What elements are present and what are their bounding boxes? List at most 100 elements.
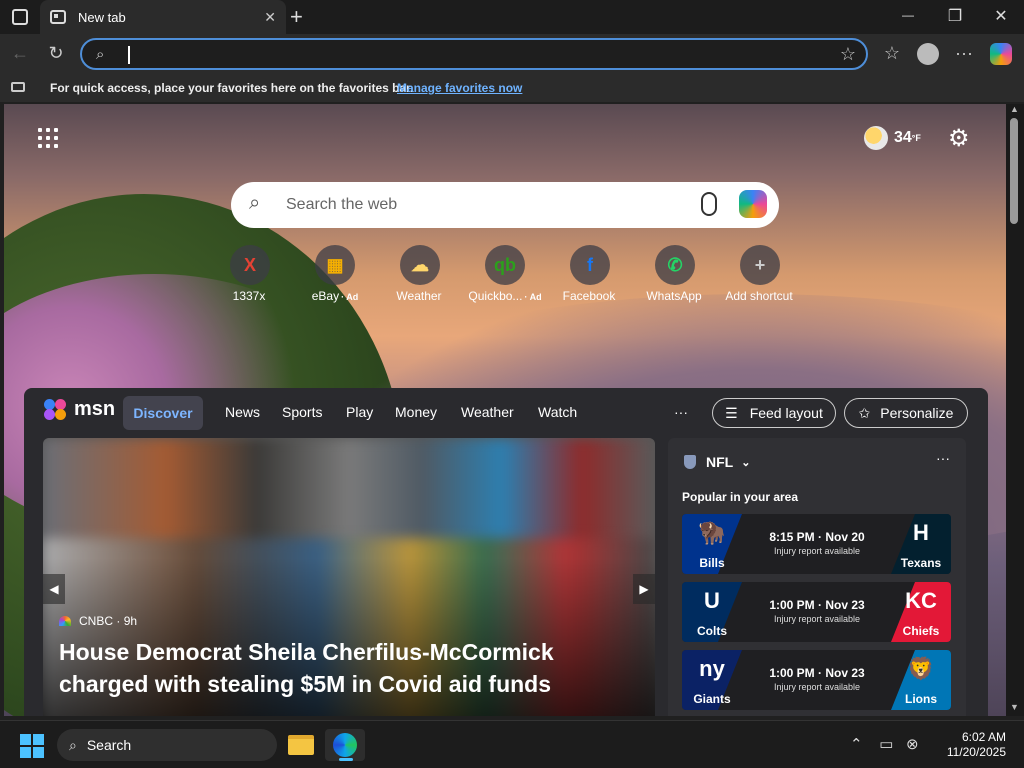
- shortcut-icon: ☁: [400, 245, 440, 285]
- tab-discover[interactable]: Discover: [123, 396, 203, 430]
- scroll-up-icon[interactable]: ▲: [1010, 104, 1019, 114]
- tab-play[interactable]: Play: [346, 404, 373, 420]
- personalize-button[interactable]: ✩ Personalize: [844, 398, 968, 428]
- shortcut-icon: ✆: [655, 245, 695, 285]
- file-explorer-icon[interactable]: [281, 729, 321, 761]
- shortcut-2[interactable]: ☁ Weather: [375, 245, 465, 303]
- shortcut-label: Facebook: [562, 289, 616, 303]
- nfl-subtitle: Popular in your area: [682, 490, 799, 504]
- injury-note[interactable]: Injury report available: [752, 546, 882, 556]
- windows-start-icon[interactable]: [20, 734, 44, 758]
- article-headline[interactable]: House Democrat Sheila Cherfilus-McCormic…: [59, 636, 619, 700]
- taskbar-search[interactable]: ⌕ Search: [57, 729, 277, 761]
- injury-note[interactable]: Injury report available: [752, 682, 882, 692]
- tab-actions-icon[interactable]: [12, 9, 28, 25]
- search-icon: ⌕: [96, 46, 105, 63]
- away-team-name: Giants: [693, 692, 731, 706]
- shortcut-3[interactable]: qb Quickbo... · Ad: [460, 245, 550, 303]
- favorites-bar-icon: [11, 82, 25, 92]
- close-tab-icon[interactable]: ✕: [264, 9, 276, 26]
- copilot-icon[interactable]: [739, 190, 767, 218]
- tab-sports[interactable]: Sports: [282, 404, 322, 420]
- taskbar-clock[interactable]: 6:02 AM 11/20/2025: [930, 730, 1006, 760]
- favorites-icon[interactable]: ☆: [880, 43, 904, 64]
- shortcut-icon: +: [740, 245, 780, 285]
- display-icon[interactable]: ▭: [879, 736, 893, 753]
- show-hidden-icons-icon[interactable]: ⌃: [850, 736, 863, 753]
- copilot-icon[interactable]: [990, 43, 1012, 65]
- injury-note[interactable]: Injury report available: [752, 614, 882, 624]
- network-icon[interactable]: ⊗: [906, 736, 919, 753]
- personalize-label: Personalize: [880, 405, 954, 421]
- feed-layout-button[interactable]: ☰ Feed layout: [712, 398, 836, 428]
- shortcut-1[interactable]: ▦ eBay · Ad: [290, 245, 380, 303]
- nfl-title: NFL: [706, 454, 734, 470]
- favorite-star-icon[interactable]: ☆: [840, 44, 856, 65]
- game-time: 1:00 PM · Nov 23: [769, 598, 865, 612]
- shortcut-icon: ▦: [315, 245, 355, 285]
- manage-favorites-link[interactable]: Manage favorites now: [397, 81, 522, 95]
- game-row[interactable]: ny 🦁 Giants Lions 1:00 PM · Nov 23 Injury rep…: [682, 650, 951, 710]
- hero-article-card[interactable]: ◀ ▶ CNBC · 9h House Democrat Sheila Cher…: [43, 438, 655, 716]
- settings-gear-icon[interactable]: ⚙: [948, 124, 970, 153]
- edge-browser-icon[interactable]: [325, 729, 365, 761]
- app-launcher-icon[interactable]: [38, 128, 58, 148]
- msn-butterfly-icon: [44, 398, 68, 421]
- home-team-logo-icon: H: [913, 520, 929, 545]
- more-options-icon[interactable]: ···: [952, 43, 976, 64]
- profile-avatar[interactable]: [917, 43, 939, 65]
- shortcut-icon: f: [570, 245, 610, 285]
- maximize-button[interactable]: ❐: [940, 6, 970, 26]
- scroll-down-icon[interactable]: ▼: [1010, 702, 1019, 712]
- article-age: · 9h: [116, 614, 138, 628]
- shortcut-6[interactable]: + Add shortcut: [715, 245, 805, 303]
- search-icon: ⌕: [69, 736, 77, 753]
- away-team-name: Colts: [697, 624, 727, 638]
- nfl-more-button[interactable]: ···: [936, 450, 950, 466]
- tab-new-tab[interactable]: New tab ✕: [40, 0, 286, 34]
- new-tab-button[interactable]: +: [290, 4, 303, 30]
- shortcut-label: Weather: [396, 289, 442, 303]
- game-row[interactable]: 🦬 H Bills Texans 8:15 PM · Nov 20 Injury repo…: [682, 514, 951, 574]
- tab-watch[interactable]: Watch: [538, 404, 577, 420]
- msn-logo[interactable]: msn: [44, 398, 115, 421]
- shortcut-5[interactable]: ✆ WhatsApp: [630, 245, 720, 303]
- home-team-logo-icon: KC: [905, 588, 937, 613]
- shortcut-0[interactable]: X 1337x: [205, 245, 295, 303]
- home-team-logo-icon: 🦁: [907, 656, 935, 681]
- minimize-button[interactable]: —: [893, 8, 923, 22]
- favorites-bar: For quick access, place your favorites h…: [0, 74, 1024, 102]
- tab-bar: New tab ✕ + — ❐ ✕: [0, 0, 1024, 34]
- page-scrollbar[interactable]: ▲ ▼: [1006, 104, 1024, 716]
- tab-news[interactable]: News: [225, 404, 260, 420]
- shortcut-label: WhatsApp: [646, 289, 702, 303]
- msn-logo-text: msn: [74, 398, 116, 420]
- scrollbar-thumb[interactable]: [1010, 118, 1018, 224]
- nfl-header[interactable]: NFL ⌄: [684, 454, 750, 470]
- tab-title: New tab: [78, 9, 126, 25]
- tab-weather[interactable]: Weather: [461, 404, 514, 420]
- more-tabs-button[interactable]: ···: [674, 404, 688, 420]
- new-tab-icon: [50, 10, 66, 24]
- shortcut-4[interactable]: f Facebook: [545, 245, 635, 303]
- shortcut-label: 1337x: [232, 289, 266, 303]
- carousel-next-button[interactable]: ▶: [633, 574, 655, 604]
- shortcut-icon: qb: [485, 245, 525, 285]
- tab-money[interactable]: Money: [395, 404, 437, 420]
- weather-widget[interactable]: 34 °F: [864, 126, 921, 150]
- search-icon: ⌕: [249, 192, 261, 214]
- carousel-prev-button[interactable]: ◀: [43, 574, 65, 604]
- microphone-icon[interactable]: [701, 192, 717, 216]
- new-tab-page: 34 °F ⚙ ⌕ Search the web X 1337x ▦ eBay · Ad ☁…: [4, 104, 1006, 716]
- back-icon[interactable]: ←: [8, 43, 32, 64]
- home-team-name: Lions: [905, 692, 937, 706]
- browser-window: New tab ✕ + — ❐ ✕ ← ↻ ⌕ ☆ ☆ ··· For quic…: [0, 0, 1024, 720]
- game-row[interactable]: U KC Colts Chiefs 1:00 PM · Nov 23 Injury rep…: [682, 582, 951, 642]
- away-team-logo-icon: 🦬: [698, 520, 726, 545]
- away-team-logo-icon: ny: [699, 656, 725, 681]
- refresh-icon[interactable]: ↻: [44, 43, 68, 64]
- web-search-box[interactable]: ⌕ Search the web: [231, 182, 779, 228]
- clock-time: 6:02 AM: [961, 730, 1006, 744]
- address-bar[interactable]: ⌕ ☆: [80, 38, 868, 70]
- close-window-button[interactable]: ✕: [986, 6, 1016, 26]
